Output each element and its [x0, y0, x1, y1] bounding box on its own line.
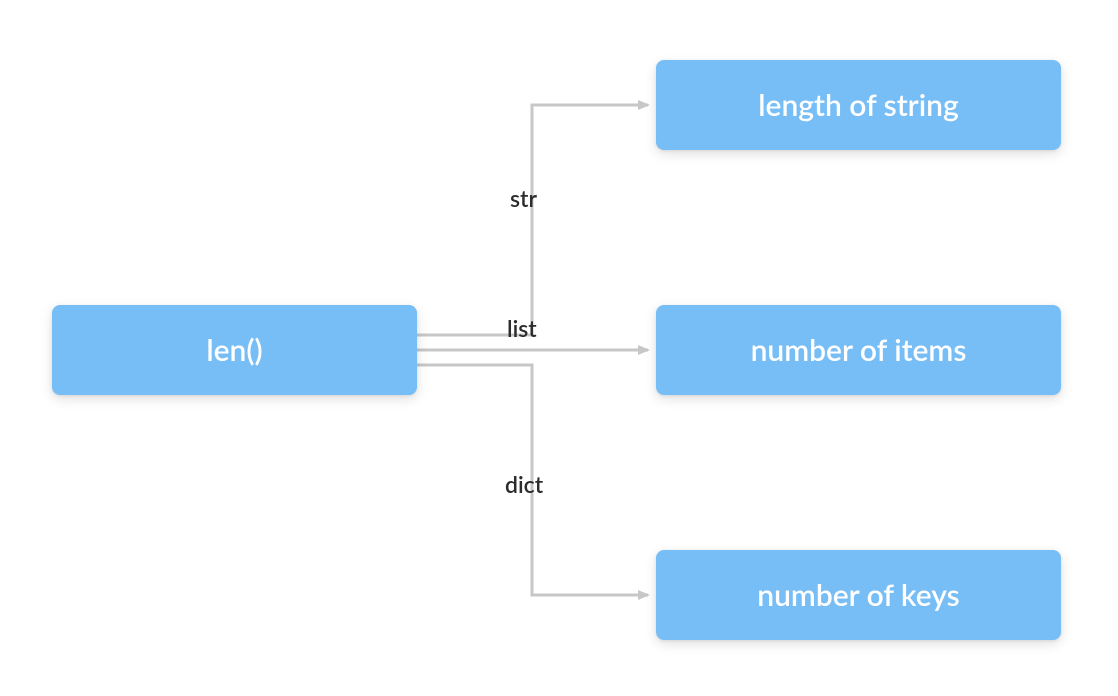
edge-label-str: str: [510, 184, 537, 212]
source-node-len: len(): [52, 305, 417, 395]
target-node-label: length of string: [758, 87, 958, 123]
target-node-list: number of items: [656, 305, 1061, 395]
source-node-label: len(): [206, 332, 262, 368]
edge-arrow-str: [417, 105, 648, 335]
edge-label-list: list: [507, 314, 537, 342]
edge-label-dict: dict: [505, 470, 543, 498]
target-node-dict: number of keys: [656, 550, 1061, 640]
target-node-string: length of string: [656, 60, 1061, 150]
target-node-label: number of keys: [757, 577, 959, 613]
target-node-label: number of items: [751, 332, 967, 368]
